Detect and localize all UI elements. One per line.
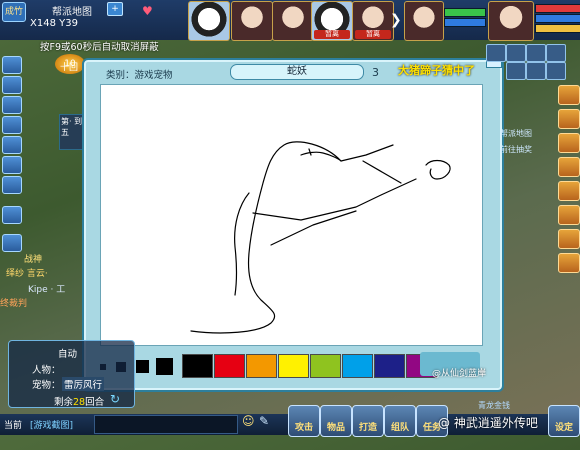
menu-icon-a[interactable] [486, 44, 506, 62]
menu-icon-d[interactable] [546, 44, 566, 62]
stroke-arm-b [270, 210, 357, 246]
expand-button[interactable]: + [107, 2, 123, 16]
round-counter: 3 [372, 66, 379, 79]
skill-f6-icon[interactable] [558, 205, 580, 225]
skill-f7-icon[interactable] [558, 229, 580, 249]
team-avatar-2[interactable] [231, 1, 273, 41]
stroke-arm [252, 178, 417, 221]
player-hp-bar [535, 4, 580, 13]
rank-icon[interactable] [2, 96, 22, 114]
player-sp-bar [535, 24, 580, 33]
event-icon[interactable] [2, 176, 22, 194]
heart-icon[interactable]: ♥ [142, 4, 153, 18]
away-badge: 暂离 [314, 30, 350, 39]
remaining-rounds: 剩余28回合 [54, 394, 104, 408]
pet-mp-bar [444, 18, 486, 27]
category-label: 类别：游戏宠物 [106, 70, 173, 81]
pet-label: 宠物： [32, 380, 61, 391]
player-mp-bar [535, 14, 580, 23]
menu-settings[interactable]: 设定 [548, 405, 580, 437]
swatch-cyan[interactable] [342, 354, 373, 378]
chat-input[interactable] [94, 415, 238, 434]
guild-map-link[interactable]: 帮派地图 [500, 128, 532, 139]
menu-attack[interactable]: 攻击 [288, 405, 320, 437]
player-name-label: Kipe · 工 [28, 285, 66, 295]
menu-icon-g[interactable] [546, 62, 566, 80]
round-label: 十回 [60, 63, 79, 73]
site-watermark: @ 神武逍遥外传吧 [438, 416, 538, 430]
brush-size-3[interactable] [136, 360, 149, 373]
auto-title[interactable]: 自动 [58, 346, 77, 360]
skill-f3-icon[interactable] [558, 133, 580, 153]
word-title: 蛇妖 [230, 64, 364, 80]
skill-column [556, 85, 580, 295]
refresh-icon[interactable]: ↻ [110, 392, 120, 406]
watermark: @从仙剑蓝岸 [432, 369, 487, 379]
help-icon-2[interactable] [2, 234, 22, 252]
swatch-orange[interactable] [246, 354, 277, 378]
chevron-right-icon[interactable]: ❯ [390, 12, 402, 28]
right-top-icons [486, 44, 580, 80]
map-name: 帮派地图 [52, 7, 92, 18]
referee-label: 终裁判 [0, 299, 28, 309]
player-avatar[interactable] [488, 1, 534, 41]
character-label: 人物： [32, 365, 61, 376]
location-icon[interactable]: 成竹 [2, 2, 26, 22]
battle-label: 战神 [24, 255, 43, 265]
pen-icon[interactable]: ✎ [259, 414, 269, 428]
menu-items[interactable]: 物品 [320, 405, 352, 437]
team-avatar-3[interactable] [272, 1, 314, 41]
away-badge: 暂离 [355, 30, 391, 39]
team-avatar-4[interactable]: 暂离 [311, 1, 353, 41]
brush-size-4[interactable] [156, 358, 173, 375]
stroke-snake-head [300, 151, 342, 162]
pet-hp-bar [444, 8, 486, 17]
stroke-tongue-b [362, 160, 402, 184]
swatch-yellow[interactable] [278, 354, 309, 378]
stroke-hand [425, 159, 451, 180]
menu-forge[interactable]: 打造 [352, 405, 384, 437]
stroke-tongue [340, 144, 394, 162]
stroke-left-line [234, 192, 250, 296]
smile-icon[interactable]: ☺ [242, 414, 255, 428]
menu-icon-c[interactable] [526, 44, 546, 62]
menu-icon-f[interactable] [526, 62, 546, 80]
left-function-column [0, 50, 22, 280]
guess-result: 大猪蹄子猜中了 [398, 64, 475, 77]
bag-icon[interactable] [2, 76, 22, 94]
menu-icon-b[interactable] [506, 44, 526, 62]
shop-icon[interactable] [2, 116, 22, 134]
remaining-prefix: 剩余 [54, 397, 74, 408]
notice-text: 按F9或60秒后自动取消屏蔽 [40, 42, 159, 53]
help-icon[interactable] [2, 206, 22, 224]
stroke-snake-body [190, 141, 342, 334]
swatch-black[interactable] [182, 354, 213, 378]
gift-icon[interactable] [2, 136, 22, 154]
remaining-suffix: 回合 [85, 397, 105, 408]
coordinates: X148 Y39 [30, 18, 78, 29]
team-avatar-5[interactable]: 暂离 [352, 1, 394, 41]
pet-avatar[interactable] [404, 1, 444, 41]
guild-label: 绎纱 言云· [6, 269, 48, 279]
team-avatar-1[interactable] [188, 1, 230, 41]
skill-f5-icon[interactable] [558, 181, 580, 201]
skill-f4-icon[interactable] [558, 157, 580, 177]
swatch-green[interactable] [310, 354, 341, 378]
lottery-link[interactable]: 前往抽奖 [500, 144, 532, 155]
mail-icon[interactable] [2, 56, 22, 74]
drawing-canvas[interactable] [100, 84, 483, 346]
skill-f1-icon[interactable] [558, 85, 580, 105]
chat-message: [游戏截图] [30, 421, 74, 431]
skill-f8-icon[interactable] [558, 253, 580, 273]
remaining-number: 28 [73, 397, 86, 408]
pet-skill-value[interactable]: 雷厉风行 [62, 377, 105, 391]
chat-channel[interactable]: 当前 [4, 418, 22, 431]
activity-icon[interactable] [2, 156, 22, 174]
menu-team[interactable]: 组队 [384, 405, 416, 437]
swatch-navy[interactable] [374, 354, 405, 378]
bottom-right-label: 青龙金钱 [478, 401, 510, 410]
swatch-red[interactable] [214, 354, 245, 378]
menu-icon-e[interactable] [506, 62, 526, 80]
skill-f2-icon[interactable] [558, 109, 580, 129]
